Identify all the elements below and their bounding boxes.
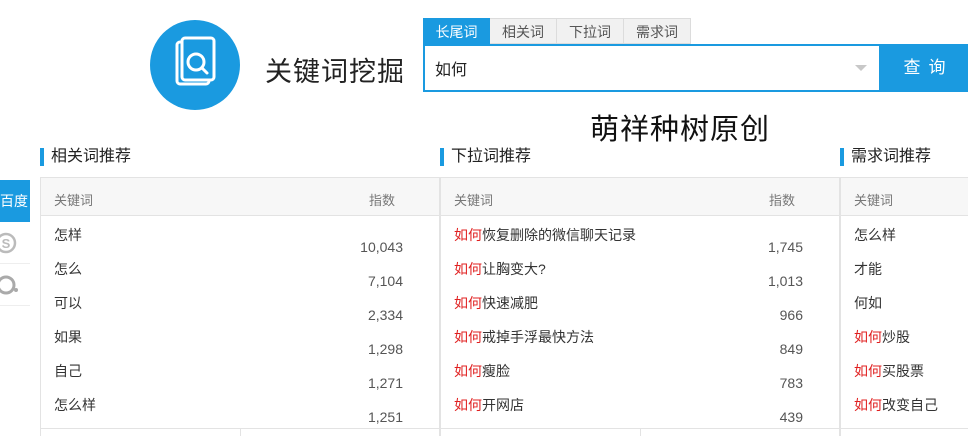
tab-dropdown[interactable]: 下拉词 bbox=[557, 18, 624, 44]
watermark-text: 萌祥种树原创 bbox=[590, 114, 771, 146]
keyword: 如何让胸变大? bbox=[454, 261, 546, 277]
demand-panel: 关键词 怎么样 才能 何如 如何炒股 如何买股票 如何改变自己 bbox=[840, 177, 968, 436]
keyword: 自己 bbox=[54, 363, 82, 379]
index-value: 1,251 bbox=[367, 409, 403, 425]
app-title: 关键词挖掘 bbox=[265, 57, 405, 87]
table-row[interactable]: 可以 2,334 bbox=[41, 284, 439, 323]
keyword: 如何快速减肥 bbox=[454, 295, 538, 311]
table-row[interactable]: 如果 1,298 bbox=[41, 318, 439, 357]
table-row[interactable]: 如何炒股 bbox=[841, 318, 968, 352]
keyword: 才能 bbox=[854, 261, 882, 277]
dropdown-section-title: 下拉词推荐 bbox=[440, 146, 531, 168]
column-keyword: 关键词 bbox=[454, 193, 494, 208]
tab-longtail[interactable]: 长尾词 bbox=[423, 18, 490, 44]
keyword: 怎样 bbox=[54, 227, 82, 243]
keyword: 如何戒掉手浮最快方法 bbox=[454, 329, 594, 345]
dropdown-panel: 关键词 指数 如何恢复删除的微信聊天记录 1,745 如何让胸变大? 1,013 如… bbox=[440, 177, 840, 436]
search-box bbox=[423, 44, 881, 92]
keyword: 如何开网店 bbox=[454, 397, 524, 413]
keyword: 如何瘦脸 bbox=[454, 363, 510, 379]
chevron-down-icon[interactable] bbox=[855, 65, 867, 71]
column-index: 指数 bbox=[368, 193, 395, 208]
table-row[interactable]: 才能 bbox=[841, 250, 968, 284]
panel-footer bbox=[41, 428, 439, 436]
360-icon bbox=[0, 275, 18, 295]
table-row[interactable]: 怎么 7,104 bbox=[41, 250, 439, 289]
table-header: 关键词 指数 bbox=[41, 178, 439, 216]
table-header: 关键词 bbox=[841, 178, 968, 216]
keyword: 如何买股票 bbox=[854, 363, 924, 379]
document-search-icon bbox=[175, 36, 216, 86]
column-keyword: 关键词 bbox=[54, 193, 94, 208]
keyword: 怎么样 bbox=[54, 397, 96, 413]
search-button[interactable]: 查询 bbox=[881, 44, 968, 92]
table-row[interactable]: 如何恢复删除的微信聊天记录 1,745 bbox=[441, 216, 839, 255]
table-row[interactable]: 如何开网店 439 bbox=[441, 386, 839, 425]
tab-demand[interactable]: 需求词 bbox=[624, 18, 691, 44]
table-row[interactable]: 如何快速减肥 966 bbox=[441, 284, 839, 323]
engine-sogou[interactable]: S bbox=[0, 222, 30, 264]
engine-switcher: 百度 S bbox=[0, 180, 30, 306]
table-row[interactable]: 如何瘦脸 783 bbox=[441, 352, 839, 391]
related-panel: 关键词 指数 怎样 10,043 怎么 7,104 可以 2,334 如果 1,298 … bbox=[40, 177, 440, 436]
engine-360[interactable] bbox=[0, 264, 30, 306]
table-row[interactable]: 怎么样 1,251 bbox=[41, 386, 439, 425]
table-row[interactable]: 如何改变自己 bbox=[841, 386, 968, 420]
demand-section-title: 需求词推荐 bbox=[840, 146, 931, 168]
keyword: 如何改变自己 bbox=[854, 397, 938, 413]
tab-related[interactable]: 相关词 bbox=[490, 18, 557, 44]
keyword: 如何恢复删除的微信聊天记录 bbox=[454, 227, 636, 243]
table-row[interactable]: 如何戒掉手浮最快方法 849 bbox=[441, 318, 839, 357]
table-row[interactable]: 如何买股票 bbox=[841, 352, 968, 386]
keyword: 何如 bbox=[854, 295, 882, 311]
keyword: 如果 bbox=[54, 329, 82, 345]
search-input[interactable] bbox=[435, 46, 835, 90]
table-row[interactable]: 如何让胸变大? 1,013 bbox=[441, 250, 839, 289]
index-value: 439 bbox=[779, 409, 803, 425]
search-tabs: 长尾词 相关词 下拉词 需求词 bbox=[423, 18, 691, 44]
logo bbox=[150, 20, 240, 110]
table-row[interactable]: 怎么样 bbox=[841, 216, 968, 250]
column-index: 指数 bbox=[768, 193, 795, 208]
keyword: 可以 bbox=[54, 295, 82, 311]
keyword: 怎么 bbox=[54, 261, 82, 277]
panel-footer bbox=[841, 428, 968, 436]
column-keyword: 关键词 bbox=[854, 193, 894, 208]
table-row[interactable]: 何如 bbox=[841, 284, 968, 318]
table-header: 关键词 指数 bbox=[441, 178, 839, 216]
keyword: 怎么样 bbox=[854, 227, 896, 243]
svg-text:S: S bbox=[2, 236, 11, 251]
sogou-icon: S bbox=[0, 232, 17, 254]
engine-baidu[interactable]: 百度 bbox=[0, 180, 30, 222]
table-row[interactable]: 怎样 10,043 bbox=[41, 216, 439, 255]
panel-footer bbox=[441, 428, 839, 436]
keyword: 如何炒股 bbox=[854, 329, 910, 345]
table-row[interactable]: 自己 1,271 bbox=[41, 352, 439, 391]
related-section-title: 相关词推荐 bbox=[40, 146, 131, 168]
